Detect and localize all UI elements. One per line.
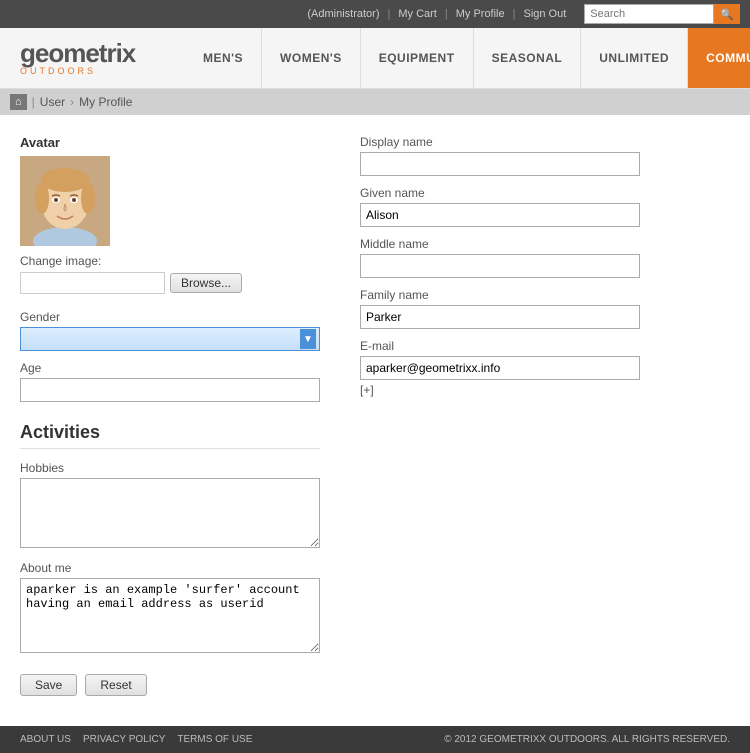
avatar-svg (20, 156, 110, 246)
sign-out-link[interactable]: Sign Out (523, 8, 566, 20)
footer-terms[interactable]: TERMS OF USE (177, 734, 252, 745)
hobbies-label: Hobbies (20, 461, 320, 475)
search-button[interactable]: 🔍 (714, 4, 740, 24)
display-name-input[interactable] (360, 152, 640, 176)
middle-name-label: Middle name (360, 237, 640, 251)
age-label: Age (20, 361, 320, 375)
footer: ABOUT US PRIVACY POLICY TERMS OF USE © 2… (0, 726, 750, 753)
admin-label: (Administrator) (307, 8, 379, 20)
nav-equipment[interactable]: EQUIPMENT (361, 28, 474, 88)
middle-name-input[interactable] (360, 254, 640, 278)
change-image-label: Change image: (20, 254, 320, 268)
family-name-group: Family name (360, 288, 640, 329)
logo-sub: OUTDOORS (20, 66, 165, 76)
nav-community[interactable]: COMMUNITY (688, 28, 750, 88)
gender-select-wrap: Male Female ▼ (20, 327, 320, 351)
display-name-label: Display name (360, 135, 640, 149)
age-input[interactable] (20, 378, 320, 402)
footer-copyright: © 2012 GEOMETRIXX OUTDOORS. ALL RIGHTS R… (444, 734, 730, 745)
my-cart-link[interactable]: My Cart (398, 8, 437, 20)
hobbies-group: Hobbies (20, 461, 320, 551)
breadcrumb-user[interactable]: User (40, 95, 65, 109)
nav-unlimited[interactable]: UNLIMITED (581, 28, 688, 88)
nav-mens[interactable]: MEN'S (185, 28, 262, 88)
main-content: Avatar (0, 115, 750, 726)
email-label: E-mail (360, 339, 640, 353)
given-name-label: Given name (360, 186, 640, 200)
display-name-group: Display name (360, 135, 640, 176)
right-column: Display name Given name Middle name Fami… (360, 135, 730, 696)
top-bar: (Administrator) | My Cart | My Profile |… (0, 0, 750, 28)
given-name-group: Given name (360, 186, 640, 227)
family-name-label: Family name (360, 288, 640, 302)
right-col-inner: Display name Given name Middle name Fami… (360, 135, 640, 397)
about-me-textarea[interactable]: aparker is an example 'surfer' account h… (20, 578, 320, 653)
search-input[interactable] (584, 4, 714, 24)
nav-womens[interactable]: WOMEN'S (262, 28, 361, 88)
age-group: Age (20, 361, 320, 402)
email-input[interactable] (360, 356, 640, 380)
nav-seasonal[interactable]: SEASONAL (474, 28, 582, 88)
footer-privacy[interactable]: PRIVACY POLICY (83, 734, 165, 745)
about-me-group: About me aparker is an example 'surfer' … (20, 561, 320, 656)
gender-label: Gender (20, 310, 320, 324)
breadcrumb: ⌂ | User › My Profile (0, 89, 750, 115)
avatar-image (20, 156, 110, 246)
save-button[interactable]: Save (20, 674, 77, 696)
file-upload-row: Browse... (20, 272, 320, 294)
file-path-input[interactable] (20, 272, 165, 294)
given-name-input[interactable] (360, 203, 640, 227)
breadcrumb-current[interactable]: My Profile (79, 95, 132, 109)
main-nav: MEN'S WOMEN'S EQUIPMENT SEASONAL UNLIMIT… (185, 28, 750, 88)
reset-button[interactable]: Reset (85, 674, 146, 696)
gender-select[interactable]: Male Female (20, 327, 320, 351)
logo-name: geometrix (20, 40, 165, 66)
button-row: Save Reset (20, 674, 320, 696)
footer-links: ABOUT US PRIVACY POLICY TERMS OF USE (20, 734, 252, 745)
avatar-box (20, 156, 320, 246)
email-add-button[interactable]: [+] (360, 383, 640, 397)
profile-layout: Avatar (20, 135, 730, 696)
browse-button[interactable]: Browse... (170, 273, 242, 293)
header: geometrix OUTDOORS MEN'S WOMEN'S EQUIPME… (0, 28, 750, 89)
logo[interactable]: geometrix OUTDOORS (0, 28, 185, 88)
home-icon[interactable]: ⌂ (10, 94, 27, 110)
email-group: E-mail [+] (360, 339, 640, 397)
left-column: Avatar (20, 135, 320, 696)
my-profile-link[interactable]: My Profile (456, 8, 505, 20)
gender-group: Gender Male Female ▼ (20, 310, 320, 351)
footer-about[interactable]: ABOUT US (20, 734, 71, 745)
hobbies-textarea[interactable] (20, 478, 320, 548)
family-name-input[interactable] (360, 305, 640, 329)
avatar-label: Avatar (20, 135, 320, 150)
about-me-label: About me (20, 561, 320, 575)
search-area: 🔍 (584, 4, 740, 24)
middle-name-group: Middle name (360, 237, 640, 278)
activities-header: Activities (20, 422, 320, 449)
